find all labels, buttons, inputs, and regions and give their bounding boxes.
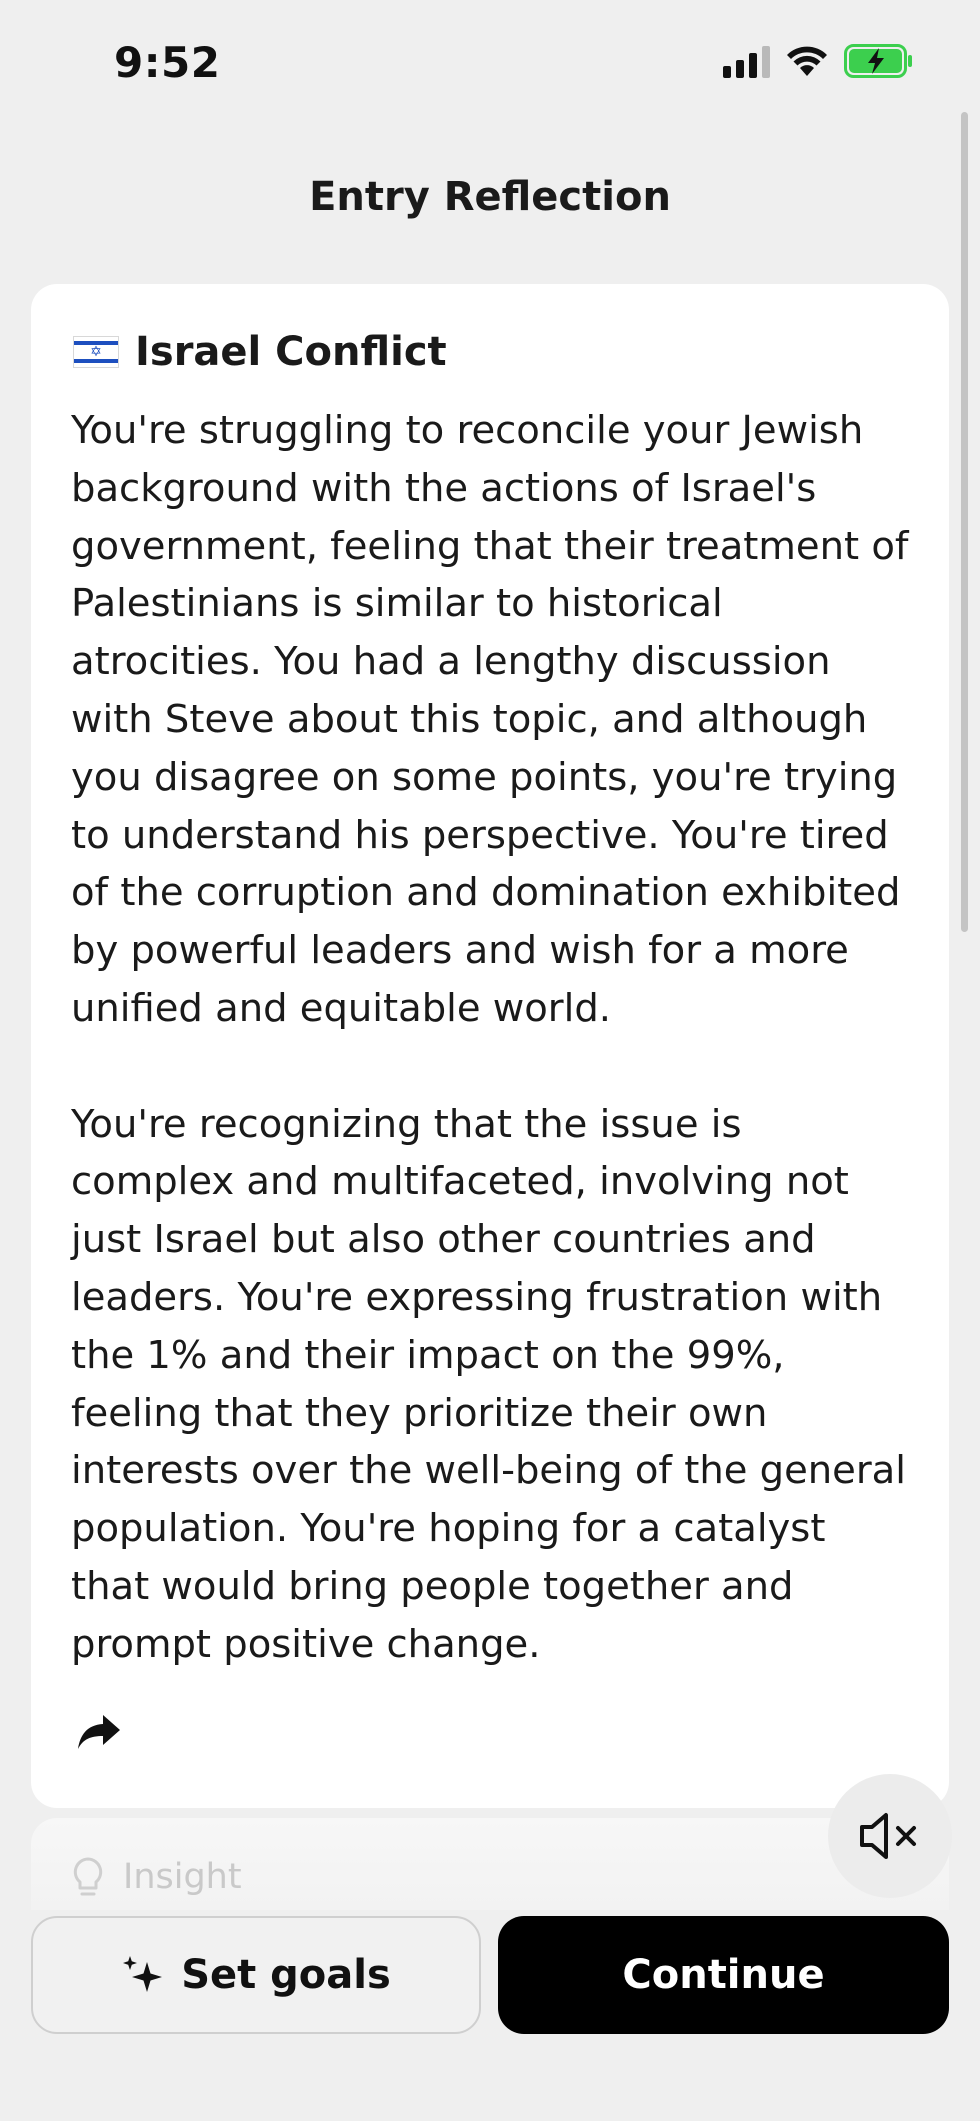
- status-icons: [723, 44, 914, 78]
- set-goals-button[interactable]: Set goals: [31, 1916, 481, 2034]
- bottom-action-bar: Set goals Continue: [0, 1910, 980, 2121]
- share-arrow-icon: [78, 1715, 120, 1749]
- battery-charging-icon: [844, 44, 912, 78]
- card-title-row: ✡ Israel Conflict: [71, 324, 909, 380]
- continue-button[interactable]: Continue: [498, 1916, 949, 2034]
- entry-reflection-screen: 9:52 Entry Reflection ✡ Israel Conflict …: [0, 0, 980, 2121]
- sparkle-icon: [123, 1956, 163, 1992]
- speaker-muted-icon: [860, 1813, 916, 1859]
- status-bar: 9:52: [0, 0, 980, 120]
- page-title: Entry Reflection: [309, 174, 671, 220]
- lightbulb-icon: [73, 1857, 103, 1896]
- scroll-indicator[interactable]: [961, 112, 968, 932]
- set-goals-label: Set goals: [181, 1952, 391, 1998]
- reflection-text: You're struggling to reconcile your Jewi…: [71, 402, 909, 1674]
- cellular-signal-icon: [723, 44, 770, 78]
- insight-row: Insight: [71, 1856, 242, 1898]
- reflection-paragraph: You're recognizing that the issue is com…: [71, 1101, 906, 1667]
- reflection-paragraph: You're struggling to reconcile your Jewi…: [71, 408, 909, 1031]
- reflection-card: ✡ Israel Conflict You're struggling to r…: [31, 284, 949, 1808]
- continue-label: Continue: [622, 1952, 825, 1998]
- status-time: 9:52: [114, 38, 221, 87]
- share-button[interactable]: [71, 1704, 127, 1760]
- insight-label: Insight: [123, 1857, 242, 1897]
- wifi-icon: [787, 46, 827, 76]
- card-title: Israel Conflict: [135, 329, 447, 375]
- mute-audio-button[interactable]: [828, 1774, 952, 1898]
- israel-flag-icon: ✡: [73, 336, 119, 368]
